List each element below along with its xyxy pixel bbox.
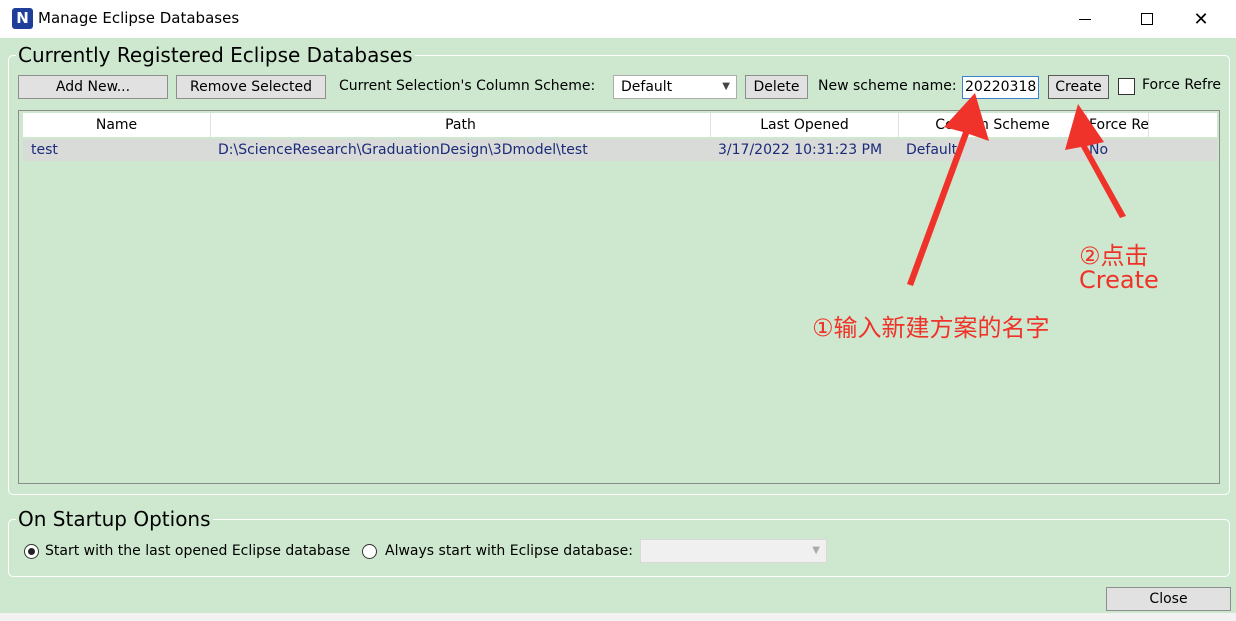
column-header-force-refresh[interactable]: Force Re: [1087, 113, 1149, 137]
remove-selected-button[interactable]: Remove Selected: [176, 75, 326, 99]
new-scheme-name-label: New scheme name:: [818, 78, 957, 94]
annotation-step1: ①输入新建方案的名字: [812, 314, 1050, 342]
start-last-opened-radio[interactable]: [24, 544, 39, 559]
window-bottom-edge: [0, 613, 1236, 621]
column-scheme-label: Current Selection's Column Scheme:: [339, 78, 596, 94]
window-title: Manage Eclipse Databases: [38, 9, 240, 27]
startup-options-title: On Startup Options: [16, 507, 213, 531]
maximize-button[interactable]: [1124, 0, 1170, 38]
chevron-down-icon: ▼: [812, 545, 820, 556]
create-scheme-button[interactable]: Create: [1048, 75, 1109, 99]
cell-path: D:\ScienceResearch\GraduationDesign\3Dmo…: [218, 142, 588, 158]
cell-column-scheme: Default: [906, 142, 958, 158]
start-last-opened-label[interactable]: Start with the last opened Eclipse datab…: [45, 543, 350, 559]
maximize-icon: [1141, 13, 1153, 25]
chevron-down-icon: ▼: [722, 81, 730, 92]
column-header-path[interactable]: Path: [211, 113, 711, 137]
cell-name: test: [31, 142, 58, 158]
new-scheme-name-input[interactable]: 20220318: [962, 76, 1039, 99]
column-scheme-value: Default: [621, 79, 673, 95]
minimize-button[interactable]: [1062, 0, 1108, 38]
add-new-button[interactable]: Add New...: [18, 75, 168, 99]
cell-last-opened: 3/17/2022 10:31:23 PM: [718, 142, 883, 158]
title-bar: N Manage Eclipse Databases ✕: [0, 0, 1236, 38]
table-row[interactable]: test D:\ScienceResearch\GraduationDesign…: [23, 139, 1217, 161]
close-icon: ✕: [1193, 8, 1209, 30]
minimize-icon: [1079, 18, 1091, 20]
table-header: Name Path Last Opened Column Scheme Forc…: [23, 113, 1217, 137]
column-header-column-scheme[interactable]: Column Scheme: [899, 113, 1087, 137]
annotation-step2-line2: Create: [1079, 266, 1159, 294]
always-start-with-label[interactable]: Always start with Eclipse database:: [385, 543, 633, 559]
column-header-name[interactable]: Name: [23, 113, 211, 137]
column-header-last-opened[interactable]: Last Opened: [711, 113, 899, 137]
column-scheme-select[interactable]: Default ▼: [613, 75, 737, 99]
close-button[interactable]: Close: [1106, 587, 1231, 611]
cell-force-refresh: No: [1089, 142, 1109, 158]
registered-databases-title: Currently Registered Eclipse Databases: [16, 43, 415, 67]
always-start-with-radio[interactable]: [362, 544, 377, 559]
delete-scheme-button[interactable]: Delete: [745, 75, 808, 99]
manage-databases-window: N Manage Eclipse Databases ✕ Currently R…: [0, 0, 1236, 621]
startup-database-select[interactable]: ▼: [640, 539, 827, 563]
app-logo-icon: N: [12, 8, 33, 29]
force-refresh-label: Force Refre: [1142, 77, 1222, 93]
force-refresh-checkbox[interactable]: [1118, 78, 1135, 95]
close-window-button[interactable]: ✕: [1178, 0, 1224, 38]
databases-table[interactable]: Name Path Last Opened Column Scheme Forc…: [18, 110, 1220, 484]
